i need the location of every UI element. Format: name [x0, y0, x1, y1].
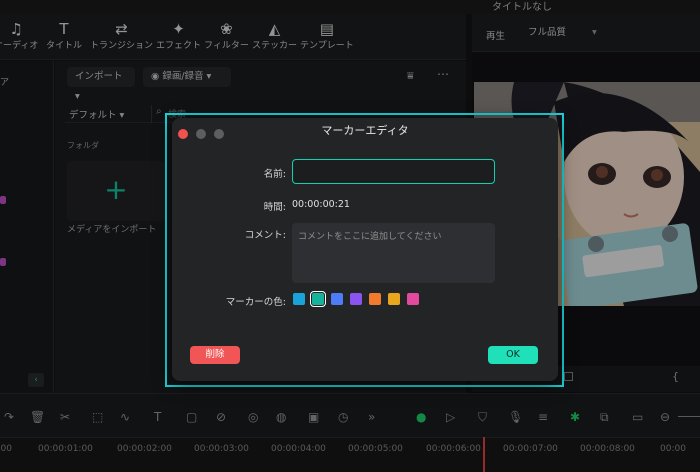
marker-color-label: マーカーの色:	[225, 297, 286, 308]
color-swatch-orange[interactable]	[369, 293, 381, 305]
comment-textarea[interactable]	[292, 223, 495, 283]
delete-button[interactable]: 削除	[190, 346, 240, 364]
color-swatch-yellow[interactable]	[388, 293, 400, 305]
color-swatch-teal[interactable]	[310, 291, 326, 307]
color-swatch-pink[interactable]	[407, 293, 419, 305]
time-value: 00:00:00:21	[292, 199, 350, 210]
color-swatch-cyan[interactable]	[293, 293, 305, 305]
marker-name-input[interactable]	[292, 159, 495, 184]
marker-editor-dialog: マーカーエディタ 名前: 時間: 00:00:00:21 コメント: マーカーの…	[172, 118, 558, 381]
dialog-title: マーカーエディタ	[321, 124, 409, 137]
color-swatch-blue[interactable]	[331, 293, 343, 305]
comment-label: コメント:	[244, 230, 286, 241]
ok-button[interactable]: OK	[488, 346, 538, 364]
color-swatch-purple[interactable]	[350, 293, 362, 305]
time-label: 時間:	[263, 202, 286, 213]
name-label: 名前:	[263, 169, 286, 180]
